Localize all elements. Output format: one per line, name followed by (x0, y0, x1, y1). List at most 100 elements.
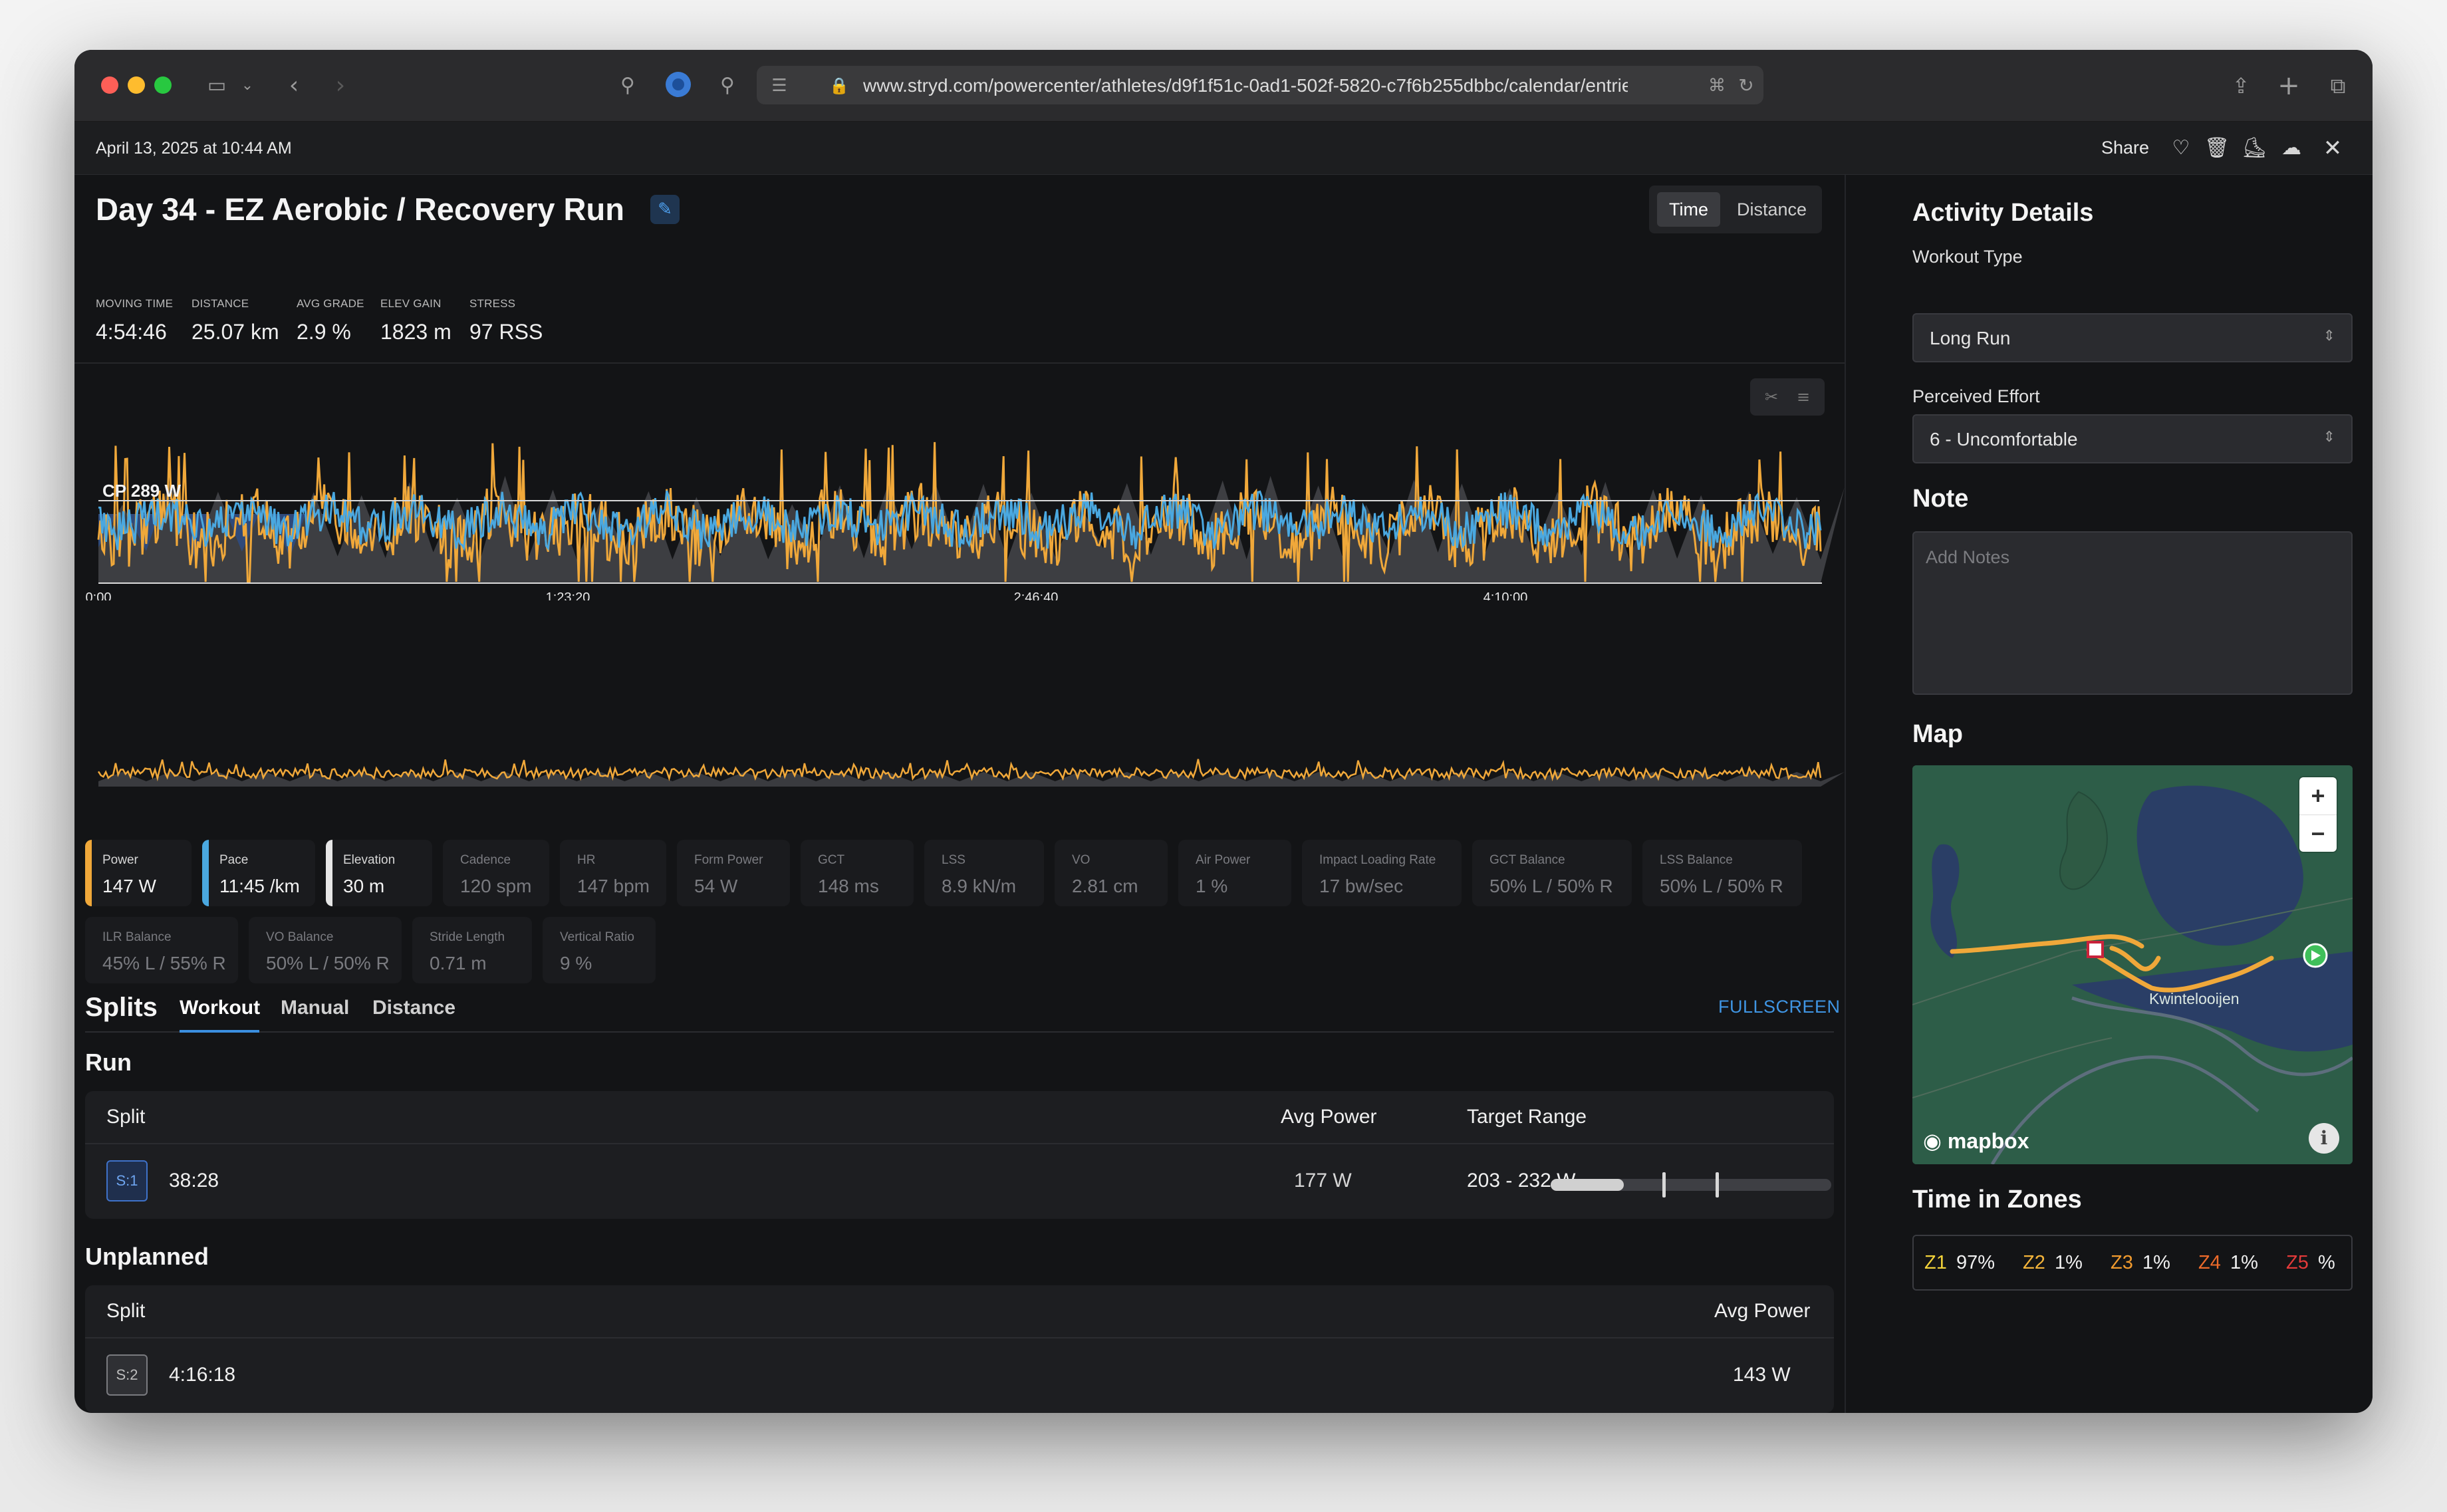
metric-card-elevation[interactable]: Elevation 30 m (326, 840, 432, 906)
metric-card-vo[interactable]: VO 2.81 cm (1055, 840, 1168, 906)
edit-icon[interactable]: ✎ (650, 195, 680, 224)
tab-manual[interactable]: Manual (281, 997, 349, 1019)
sidebar-toggle-icon[interactable]: ▭ (201, 70, 233, 102)
back-icon[interactable]: ‹ (278, 70, 310, 102)
tab-overview-icon[interactable]: ⧉ (2322, 70, 2354, 102)
metric-card-lss-balance[interactable]: LSS Balance 50% L / 50% R (1642, 840, 1802, 906)
zone-1-name: Z1 (1924, 1252, 1947, 1273)
metric-card-vo-balance[interactable]: VO Balance 50% L / 50% R (249, 917, 402, 983)
zone-3-name: Z3 (2111, 1252, 2133, 1273)
table-row[interactable]: S:1 38:28 177 W 203 - 232 W (85, 1146, 1834, 1219)
workout-type-select[interactable]: Long Run ⇕ (1912, 313, 2353, 362)
extension-shield-icon[interactable] (662, 70, 694, 102)
route-map[interactable]: Kwintelooijen + − ◉ mapbox i (1912, 765, 2353, 1164)
metric-label: Pace (219, 853, 249, 867)
metric-value: 54 W (694, 876, 738, 896)
metric-card-ilr-balance[interactable]: ILR Balance 45% L / 55% R (85, 917, 238, 983)
metric-value: 120 spm (460, 876, 532, 896)
page-menu-icon[interactable]: ☰ (763, 70, 795, 102)
metric-card-form-power[interactable]: Form Power 54 W (677, 840, 790, 906)
metric-value: 148 ms (818, 876, 879, 896)
heart-icon[interactable]: ♡ (2168, 135, 2194, 162)
map-info-icon[interactable]: i (2309, 1123, 2339, 1154)
fullscreen-button[interactable]: FULLSCREEN (1718, 997, 1841, 1017)
metric-card-gct-balance[interactable]: GCT Balance 50% L / 50% R (1472, 840, 1632, 906)
tabs-divider (85, 1031, 1834, 1033)
note-input[interactable] (1914, 533, 2351, 693)
workout-type-value: Long Run (1930, 328, 2011, 348)
metric-card-vertical-ratio[interactable]: Vertical Ratio 9 % (543, 917, 656, 983)
table-header: Split Avg Power Target Range (85, 1091, 1834, 1144)
split-badge: S:2 (106, 1354, 148, 1396)
tab-distance[interactable]: Distance (372, 997, 455, 1019)
time-in-zones-box: Z1 97% Z2 1% Z3 1% Z4 1% Z5 % (1912, 1235, 2353, 1291)
toggle-distance[interactable]: Distance (1725, 192, 1819, 227)
range-min-marker (1662, 1172, 1666, 1197)
extension-runner-icon[interactable]: ⚲ (612, 70, 644, 102)
zone-2-value: 1% (2055, 1252, 2083, 1273)
metric-value: 147 bpm (577, 876, 650, 896)
metric-card-lss[interactable]: LSS 8.9 kN/m (924, 840, 1044, 906)
stat-value: 97 RSS (469, 320, 543, 344)
tab-workout[interactable]: Workout (180, 997, 260, 1019)
metric-card-power[interactable]: Power 147 W (85, 840, 192, 906)
unplanned-splits-table: Split Avg Power S:2 4:16:18 143 W (85, 1285, 1834, 1413)
range-fill (1551, 1179, 1624, 1191)
zone-4-name: Z4 (2198, 1252, 2221, 1273)
chevron-down-icon[interactable]: ⌄ (231, 70, 263, 102)
activity-date: April 13, 2025 at 10:44 AM (96, 139, 292, 158)
translate-icon[interactable]: ⌘ (1701, 70, 1733, 102)
col-split: Split (106, 1300, 146, 1322)
metric-value: 11:45 /km (219, 876, 300, 896)
zoom-out-button[interactable]: − (2299, 815, 2337, 852)
metric-value: 50% L / 50% R (1660, 876, 1783, 896)
shoe-icon[interactable]: ⛸ (2241, 135, 2267, 162)
stat-distance: DISTANCE 25.07 km (192, 297, 279, 344)
minimize-window-button[interactable] (128, 76, 145, 94)
toggle-time[interactable]: Time (1657, 192, 1720, 227)
activity-chart[interactable]: CP 289 W 0:00 1:23:20 2:46:40 4:10:00 (74, 428, 1845, 600)
extension-runner-icon[interactable]: ⚲ (711, 70, 743, 102)
new-tab-icon[interactable]: + (2273, 70, 2305, 102)
forward-icon[interactable]: › (324, 70, 356, 102)
metric-card-hr[interactable]: HR 147 bpm (560, 840, 666, 906)
metric-card-gct[interactable]: GCT 148 ms (801, 840, 914, 906)
zone-4-value: 1% (2230, 1252, 2258, 1273)
share-button[interactable]: Share (2101, 138, 2149, 158)
x-tick-label: 0:00 (86, 590, 112, 600)
overview-chart[interactable] (74, 745, 1845, 792)
cloud-upload-icon[interactable]: ☁ (2278, 135, 2305, 162)
metric-value: 17 bw/sec (1319, 876, 1404, 896)
col-avg-power: Avg Power (1714, 1300, 1811, 1322)
filter-icon[interactable]: ≡ (1790, 386, 1817, 408)
metric-card-air-power[interactable]: Air Power 1 % (1178, 840, 1291, 906)
metric-label: ILR Balance (102, 930, 172, 944)
metric-card-impact-loading-rate[interactable]: Impact Loading Rate 17 bw/sec (1302, 840, 1462, 906)
metric-card-pace[interactable]: Pace 11:45 /km (202, 840, 315, 906)
url-bar[interactable]: ☰ 🔒 www.stryd.com/powercenter/athletes/d… (757, 66, 1763, 104)
share-icon[interactable]: ⇪ (2225, 70, 2257, 102)
zoom-window-button[interactable] (154, 76, 172, 94)
zone-1-value: 97% (1956, 1252, 1996, 1273)
metric-card-stride-length[interactable]: Stride Length 0.71 m (412, 917, 532, 983)
zoom-in-button[interactable]: + (2299, 777, 2337, 815)
stat-moving-time: MOVING TIME 4:54:46 (96, 297, 173, 344)
reload-icon[interactable]: ↻ (1730, 70, 1762, 102)
scissors-icon[interactable]: ✂ (1758, 386, 1785, 408)
cp-reference-label: CP 289 W (102, 481, 181, 501)
split-avg-power: 177 W (1294, 1170, 1352, 1192)
col-split: Split (106, 1106, 146, 1128)
col-target-range: Target Range (1467, 1106, 1587, 1128)
table-row[interactable]: S:2 4:16:18 143 W (85, 1340, 1834, 1413)
lock-icon: 🔒 (829, 76, 849, 95)
stat-value: 2.9 % (297, 320, 351, 344)
metric-card-cadence[interactable]: Cadence 120 spm (443, 840, 549, 906)
metric-color-bar (85, 840, 92, 906)
range-max-marker (1716, 1172, 1719, 1197)
perceived-effort-label: Perceived Effort (1912, 386, 2040, 406)
close-icon[interactable]: ✕ (2319, 135, 2346, 162)
perceived-effort-select[interactable]: 6 - Uncomfortable ⇕ (1912, 414, 2353, 463)
metric-value: 8.9 kN/m (942, 876, 1017, 896)
close-window-button[interactable] (101, 76, 118, 94)
trash-icon[interactable]: 🗑 (2204, 135, 2230, 162)
